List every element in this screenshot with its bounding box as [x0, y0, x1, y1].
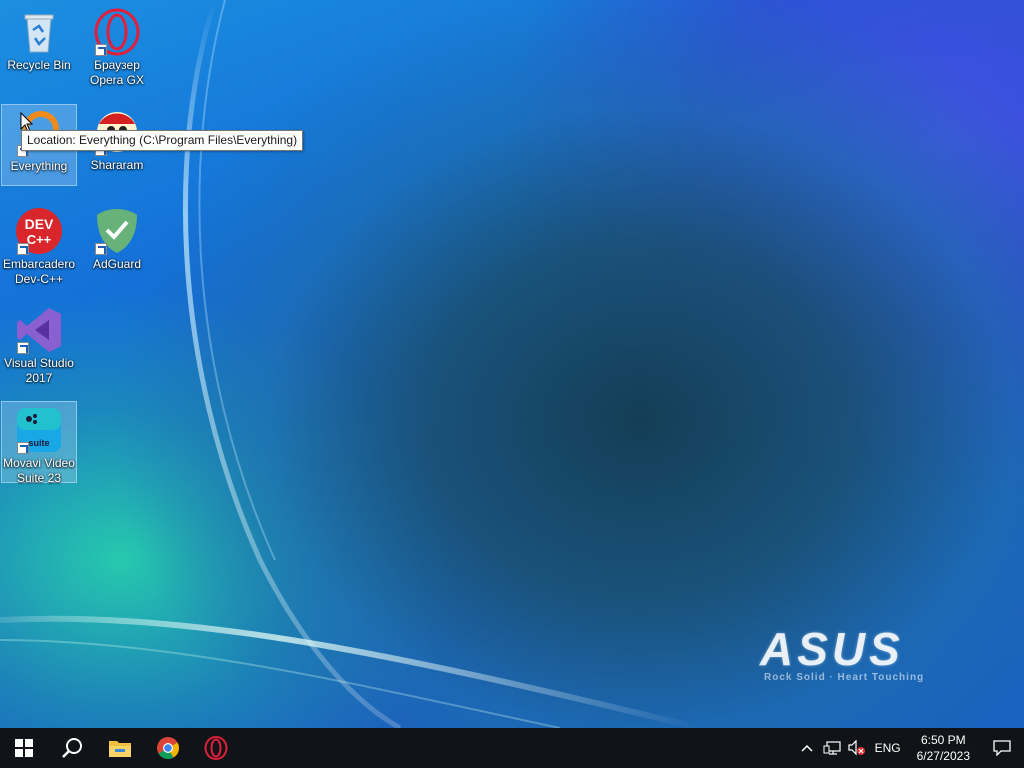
volume-muted-icon — [847, 740, 865, 756]
icon-label: Embarcadero Dev-C++ — [2, 257, 76, 286]
dev-cpp-icon: DEV C++ — [15, 207, 63, 255]
language-indicator[interactable]: ENG — [869, 728, 907, 768]
network-icon — [823, 741, 841, 755]
desktop-icon-recycle-bin[interactable]: Recycle Bin — [1, 4, 77, 86]
volume-button[interactable] — [845, 728, 869, 768]
notification-icon — [993, 740, 1011, 756]
chevron-up-icon — [801, 744, 813, 752]
file-explorer-button[interactable] — [96, 728, 144, 768]
icon-label: Shararam — [90, 158, 144, 172]
movavi-icon: suite — [15, 406, 63, 454]
windows-logo-icon — [15, 739, 33, 757]
desktop-icon-adguard[interactable]: AdGuard — [79, 203, 155, 285]
asus-brand-text: ASUS — [760, 623, 904, 675]
search-button[interactable] — [48, 728, 96, 768]
opera-button[interactable] — [192, 728, 240, 768]
location-tooltip: Location: Everything (C:\Program Files\E… — [21, 130, 304, 151]
clock[interactable]: 6:50 PM 6/27/2023 — [907, 728, 980, 768]
icon-label: AdGuard — [92, 257, 142, 271]
taskbar: ENG 6:50 PM 6/27/2023 — [0, 728, 1024, 768]
shortcut-arrow-icon — [95, 44, 107, 56]
clock-time: 6:50 PM — [920, 733, 966, 747]
asus-tagline: Rock Solid · Heart Touching — [764, 672, 925, 683]
desktop-icon-dev-cpp[interactable]: DEV C++ Embarcadero Dev-C++ — [1, 203, 77, 286]
system-tray: ENG 6:50 PM 6/27/2023 — [795, 728, 1024, 768]
folder-icon — [109, 741, 131, 757]
visual-studio-icon — [15, 306, 63, 354]
asus-logo: ASUS Rock Solid · Heart Touching — [760, 622, 924, 683]
svg-text:DEV: DEV — [25, 216, 54, 232]
svg-text:C++: C++ — [27, 232, 52, 247]
shortcut-arrow-icon — [17, 442, 29, 454]
recycle-bin-icon — [15, 8, 63, 56]
search-icon — [62, 738, 82, 758]
opera-icon — [204, 736, 228, 760]
icon-label: Everything — [10, 159, 68, 173]
shortcut-arrow-icon — [17, 342, 29, 354]
movavi-icon-text: suite — [28, 438, 49, 448]
desktop-icon-visual-studio[interactable]: Visual Studio 2017 — [1, 302, 77, 385]
adguard-icon — [93, 207, 141, 255]
start-button[interactable] — [0, 728, 48, 768]
shortcut-arrow-icon — [17, 243, 29, 255]
show-hidden-icons-button[interactable] — [795, 728, 819, 768]
icon-label: Браузер Opera GX — [89, 58, 145, 87]
shortcut-arrow-icon — [95, 243, 107, 255]
desktop-icon-opera-gx[interactable]: Браузер Opera GX — [79, 4, 155, 87]
network-button[interactable] — [819, 728, 845, 768]
icon-label: Visual Studio 2017 — [4, 356, 74, 385]
chrome-icon — [157, 737, 179, 759]
icon-label: Movavi Video Suite 23 — [3, 456, 75, 485]
icon-label: Recycle Bin — [7, 58, 71, 72]
action-center-button[interactable] — [980, 728, 1024, 768]
desktop-icon-movavi[interactable]: suite Movavi Video Suite 23 — [1, 401, 77, 485]
chrome-button[interactable] — [144, 728, 192, 768]
opera-gx-icon — [93, 8, 141, 56]
clock-date: 6/27/2023 — [916, 749, 970, 763]
